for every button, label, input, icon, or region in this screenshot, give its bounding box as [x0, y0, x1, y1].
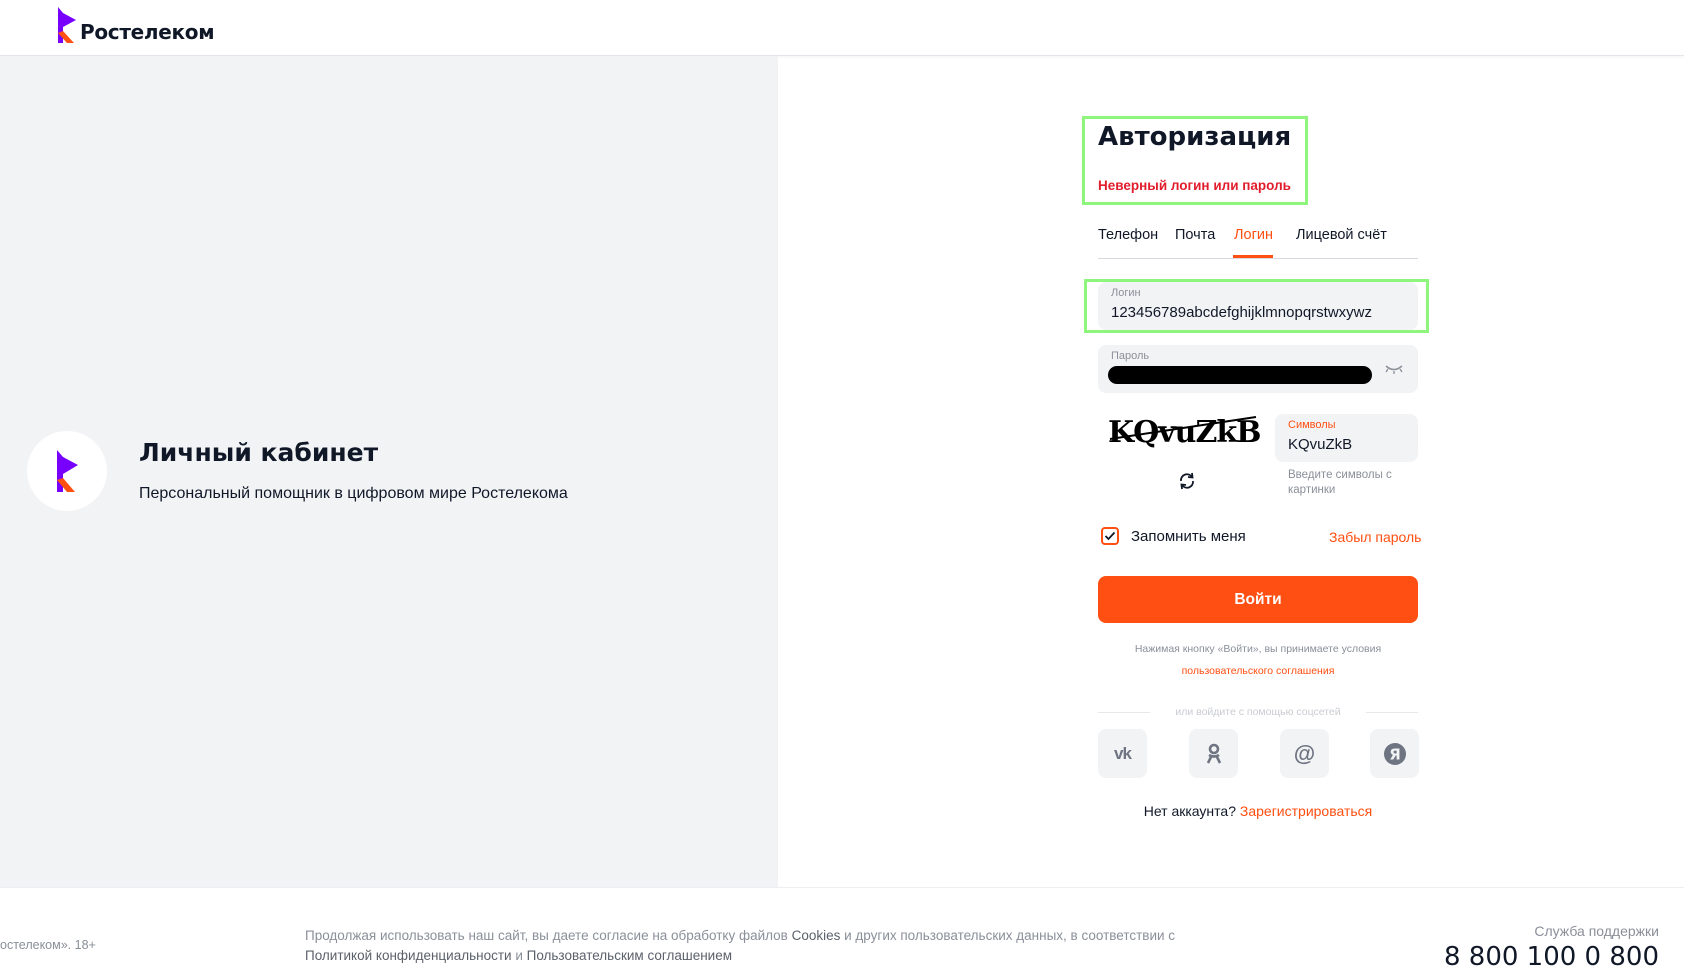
forgot-password-link[interactable]: Забыл пароль: [1329, 529, 1421, 545]
odnoklassniki-icon: [1206, 743, 1221, 764]
terms-text: Нажимая кнопку «Войти», вы принимаете ус…: [1134, 643, 1382, 655]
user-agreement-footer-link[interactable]: Пользовательским соглашением: [527, 948, 732, 963]
tab-login[interactable]: Логин: [1234, 227, 1273, 243]
logo-text: Ростелеком: [80, 20, 215, 44]
mail-login-button[interactable]: @: [1280, 729, 1329, 778]
cookie-text-part2: и других пользовательских данных, в соот…: [840, 928, 1176, 943]
captcha-image: KQvuZkB: [1106, 407, 1266, 457]
rostelecom-logo[interactable]: Ростелеком: [56, 7, 215, 44]
remember-label: Запомнить меня: [1131, 527, 1246, 545]
at-icon: @: [1293, 740, 1316, 766]
password-input[interactable]: [1108, 366, 1372, 384]
check-icon: [1104, 531, 1116, 541]
header: Ростелеком: [0, 0, 1684, 56]
svg-text:Я: Я: [1389, 745, 1401, 763]
register-prompt: Нет аккаунта? Зарегистрироваться: [1098, 803, 1418, 819]
social-divider: или войдите с помощью соцсетей: [1098, 706, 1418, 720]
vk-icon: vk: [1114, 743, 1132, 763]
captcha-label: Символы: [1288, 419, 1336, 431]
captcha-field[interactable]: Символы KQvuZkB: [1275, 414, 1418, 462]
support-label: Служба поддержки: [1534, 923, 1659, 939]
rostelecom-mark-icon: [57, 450, 78, 492]
cookie-text-part1: Продолжая использовать наш сайт, вы дает…: [305, 928, 792, 943]
auth-error-message: Неверный логин или пароль: [1098, 178, 1291, 193]
highlight-box-login: [1084, 279, 1429, 333]
promo-logo-circle: [27, 431, 107, 511]
support-phone[interactable]: 8 800 100 0 800: [1444, 942, 1659, 972]
captcha-hint: Введите символы с картинки: [1288, 469, 1392, 496]
captcha-input[interactable]: KQvuZkB: [1288, 436, 1352, 453]
yandex-login-button[interactable]: Я: [1370, 729, 1419, 778]
footer: остелеком». 18+ Продолжая использовать н…: [0, 887, 1684, 980]
promo-panel: Личный кабинет Персональный помощник в ц…: [0, 56, 778, 887]
login-button[interactable]: Войти: [1098, 576, 1418, 623]
rostelecom-logo-icon: [58, 7, 76, 43]
tab-email[interactable]: Почта: [1175, 227, 1215, 243]
register-prompt-text: Нет аккаунта?: [1143, 803, 1236, 819]
cookie-and: и: [511, 948, 527, 963]
tab-account[interactable]: Лицевой счёт: [1296, 227, 1387, 243]
password-field[interactable]: Пароль: [1098, 345, 1418, 393]
vk-login-button[interactable]: vk: [1098, 729, 1147, 778]
promo-subtitle: Персональный помощник в цифровом мире Ро…: [139, 485, 568, 502]
yandex-icon: Я: [1383, 742, 1406, 765]
privacy-policy-link[interactable]: Политикой конфиденциальности: [305, 948, 512, 963]
cookie-notice: Продолжая использовать наш сайт, вы дает…: [305, 926, 1235, 966]
auth-method-tabs: Телефон Почта Логин Лицевой счёт: [1098, 224, 1418, 259]
promo-title: Личный кабинет: [139, 438, 379, 467]
hide-password-icon[interactable]: [1384, 363, 1404, 375]
cookies-link[interactable]: Cookies: [792, 928, 841, 943]
register-link[interactable]: Зарегистрироваться: [1240, 803, 1372, 819]
copyright-text: остелеком». 18+: [0, 938, 96, 952]
user-agreement-link[interactable]: пользовательского соглашения: [1098, 665, 1418, 677]
auth-title: Авторизация: [1098, 122, 1292, 152]
password-label: Пароль: [1111, 350, 1150, 362]
tab-phone[interactable]: Телефон: [1098, 227, 1158, 243]
remember-checkbox[interactable]: [1101, 527, 1119, 545]
ok-login-button[interactable]: [1189, 729, 1238, 778]
active-tab-indicator: [1233, 255, 1273, 258]
remember-me[interactable]: Запомнить меня: [1101, 527, 1246, 545]
refresh-captcha-icon[interactable]: [1177, 471, 1197, 491]
